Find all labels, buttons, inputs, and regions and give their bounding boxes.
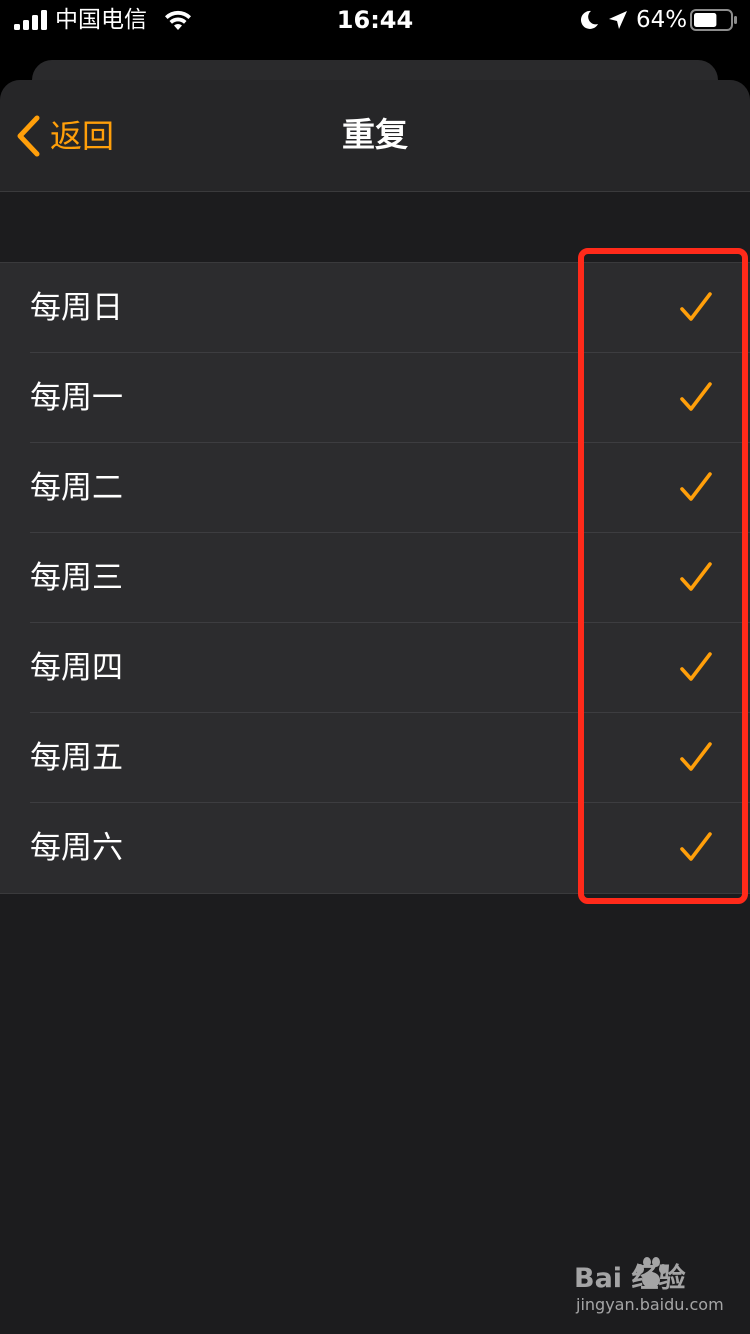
battery-percentage: 64% <box>636 7 688 33</box>
paw-icon <box>636 1257 667 1288</box>
status-bar: 中国电信 16:44 64% <box>0 0 750 40</box>
day-label: 每周二 <box>30 470 123 506</box>
day-label: 每周四 <box>30 650 123 686</box>
navigation-bar: 返回 重复 <box>0 80 750 192</box>
watermark: Bai 经验 jingyan.baidu.com <box>574 1250 724 1320</box>
day-label: 每周一 <box>30 380 123 416</box>
day-label: 每周日 <box>30 290 123 326</box>
battery-icon <box>690 9 737 31</box>
day-label: 每周五 <box>30 740 123 776</box>
day-label: 每周六 <box>30 830 123 866</box>
watermark-url: jingyan.baidu.com <box>576 1295 724 1314</box>
location-icon <box>609 11 627 29</box>
highlight-box <box>578 248 748 904</box>
moon-icon <box>580 10 598 29</box>
day-label: 每周三 <box>30 560 123 596</box>
page-title: 重复 <box>342 115 408 154</box>
